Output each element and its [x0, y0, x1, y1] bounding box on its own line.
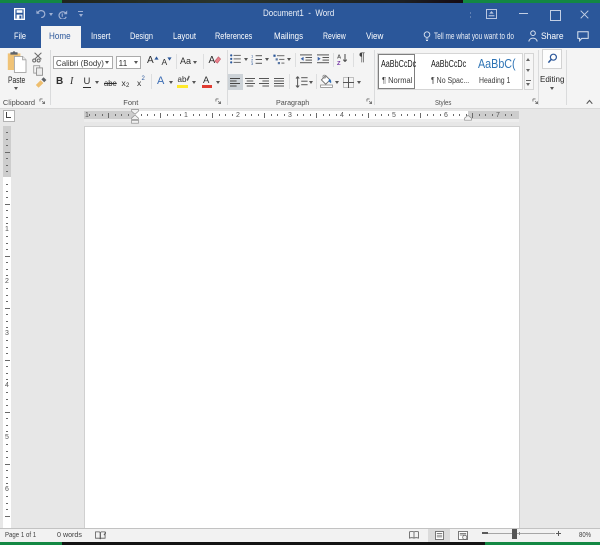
svg-text:Z: Z — [337, 60, 341, 64]
svg-text:3: 3 — [251, 61, 254, 65]
svg-text:A: A — [337, 54, 342, 60]
